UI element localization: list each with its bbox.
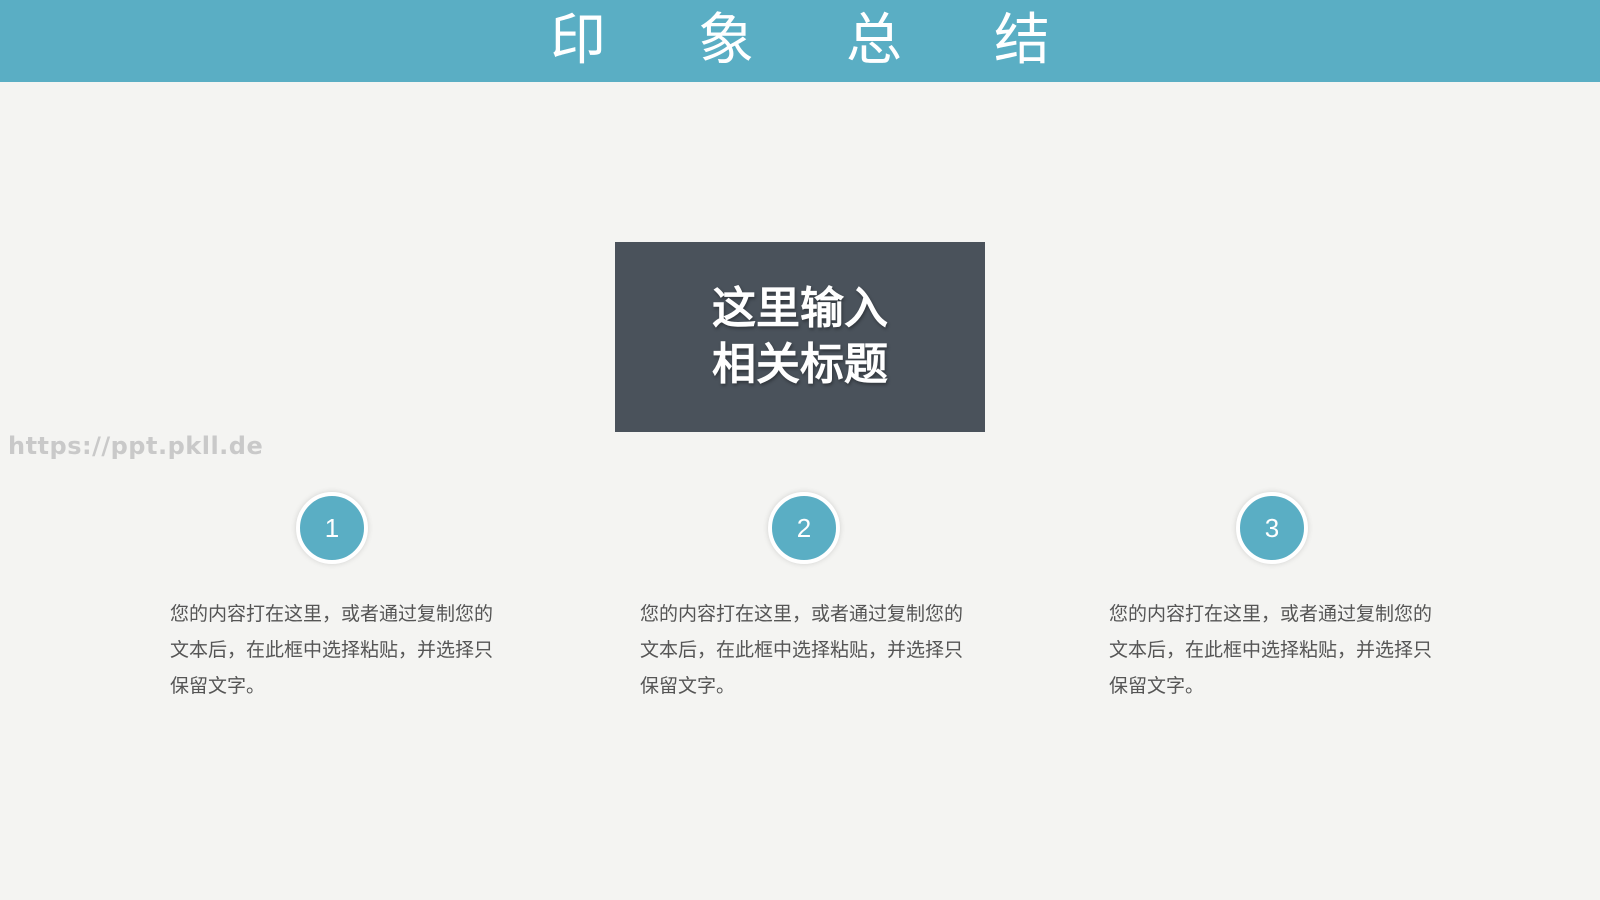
number-badge: 2 [768, 492, 840, 564]
number-badge: 3 [1236, 492, 1308, 564]
title-box: 这里输入 相关标题 [615, 242, 985, 432]
number-badge: 1 [296, 492, 368, 564]
content-text: 您的内容打在这里，或者通过复制您的文本后，在此框中选择粘贴，并选择只保留文字。 [640, 603, 964, 697]
header-bar: 印象总结 [0, 0, 1600, 82]
title-line-2: 相关标题 [712, 339, 888, 390]
title-line-1: 这里输入 [712, 283, 888, 334]
content-text: 您的内容打在这里，或者通过复制您的文本后，在此框中选择粘贴，并选择只保留文字。 [170, 603, 494, 697]
page-title: 印象总结 [550, 8, 1142, 73]
content-text: 您的内容打在这里，或者通过复制您的文本后，在此框中选择粘贴，并选择只保留文字。 [1109, 603, 1433, 697]
watermark-url: https://ppt.pkll.de [8, 432, 264, 460]
slide: 印象总结 https://ppt.pkll.de 这里输入 相关标题 1 您的内… [0, 0, 1600, 900]
